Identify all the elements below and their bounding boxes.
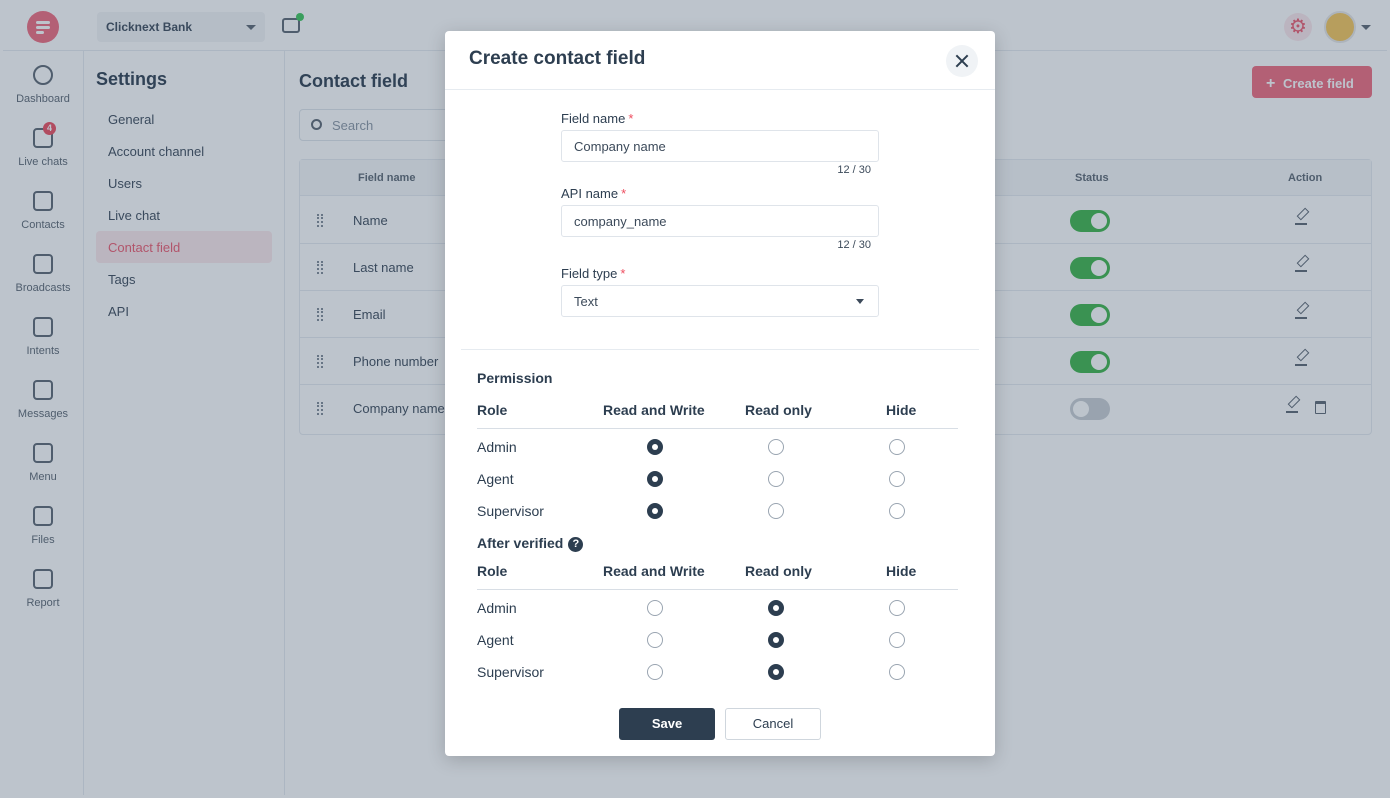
radio-verified-agent-read-write[interactable] [647,632,663,648]
radio-verified-admin-hide[interactable] [889,600,905,616]
col-role: Role [477,563,508,579]
radio-agent-read-write[interactable] [647,471,663,487]
close-icon[interactable] [946,45,978,77]
modal-title: Create contact field [469,48,646,69]
permission-title: Permission [477,370,553,386]
divider [477,428,958,429]
role-label: Agent [477,632,514,648]
chevron-down-icon [856,299,864,304]
field-type-value: Text [574,294,598,309]
required-mark: * [628,111,634,126]
col-read-write: Read and Write [603,402,705,418]
required-mark: * [620,266,626,281]
role-label: Supervisor [477,664,544,680]
field-type-label: Field type * [561,266,625,281]
radio-verified-supervisor-hide[interactable] [889,664,905,680]
radio-supervisor-hide[interactable] [889,503,905,519]
divider [461,349,979,350]
role-label: Admin [477,439,517,455]
field-name-input[interactable]: Company name [561,130,879,162]
role-label: Agent [477,471,514,487]
cancel-button[interactable]: Cancel [725,708,821,740]
api-name-label: API name * [561,186,626,201]
radio-admin-read-write[interactable] [647,439,663,455]
col-read-write: Read and Write [603,563,705,579]
field-name-label: Field name * [561,111,633,126]
radio-verified-admin-read-write[interactable] [647,600,663,616]
field-type-select[interactable]: Text [561,285,879,317]
col-read-only: Read only [745,563,812,579]
radio-verified-supervisor-read-only[interactable] [768,664,784,680]
required-mark: * [621,186,627,201]
radio-admin-read-only[interactable] [768,439,784,455]
save-button[interactable]: Save [619,708,715,740]
field-name-label-text: Field name [561,111,626,126]
divider [445,89,995,90]
radio-verified-agent-read-only[interactable] [768,632,784,648]
radio-supervisor-read-only[interactable] [768,503,784,519]
divider [477,589,958,590]
role-label: Supervisor [477,503,544,519]
after-verified-text: After verified [477,535,564,551]
field-name-char-count: 12 / 30 [837,164,871,176]
api-name-char-count: 12 / 30 [837,239,871,251]
api-name-input[interactable]: company_name [561,205,879,237]
radio-verified-supervisor-read-write[interactable] [647,664,663,680]
radio-agent-read-only[interactable] [768,471,784,487]
role-label: Admin [477,600,517,616]
radio-verified-admin-read-only[interactable] [768,600,784,616]
col-hide: Hide [886,563,917,579]
col-hide: Hide [886,402,917,418]
radio-agent-hide[interactable] [889,471,905,487]
radio-verified-agent-hide[interactable] [889,632,905,648]
help-icon[interactable]: ? [568,537,584,552]
api-name-label-text: API name [561,186,619,201]
col-role: Role [477,402,508,418]
field-type-label-text: Field type [561,266,618,281]
create-contact-field-modal: Create contact field Field name * Company… [445,31,995,756]
radio-admin-hide[interactable] [889,439,905,455]
after-verified-title: After verified? [477,535,584,552]
col-read-only: Read only [745,402,812,418]
radio-supervisor-read-write[interactable] [647,503,663,519]
